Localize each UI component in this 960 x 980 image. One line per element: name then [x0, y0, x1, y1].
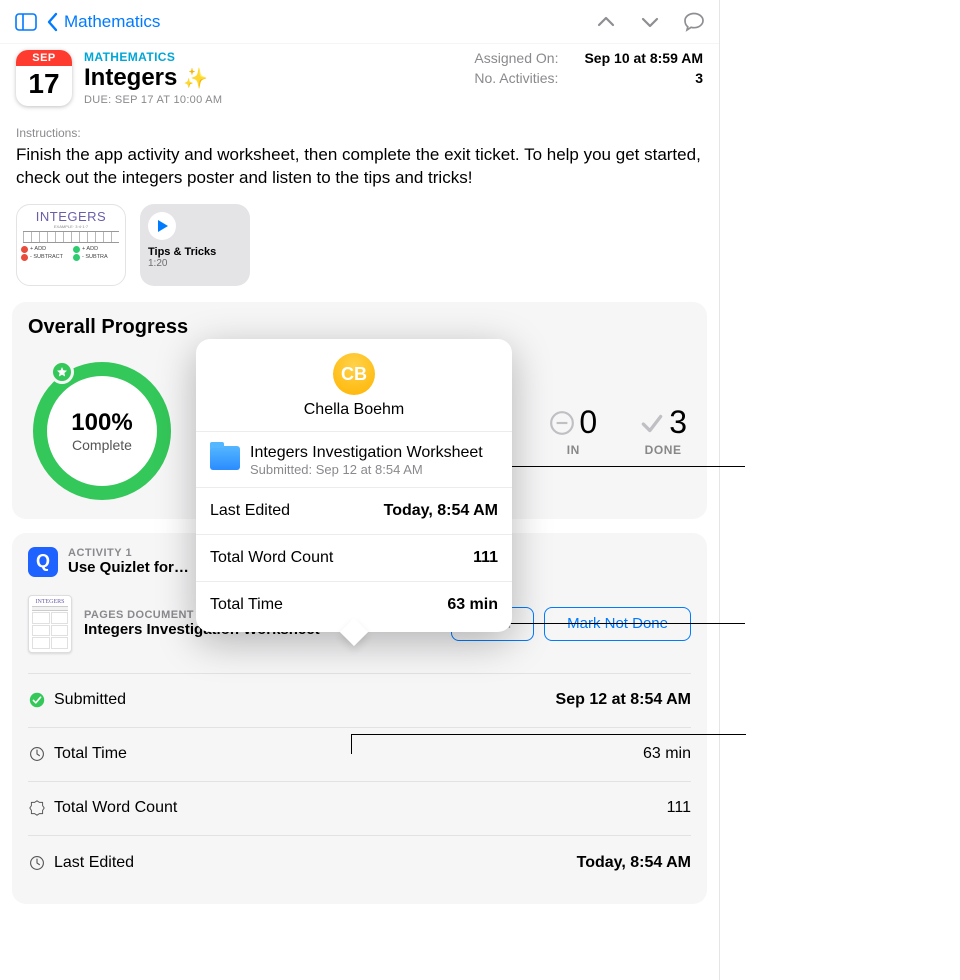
callout-line — [351, 734, 352, 754]
check-icon — [639, 410, 665, 436]
popover-row-last-edited: Last Edited Today, 8:54 AM — [196, 488, 512, 535]
subject-label: MATHEMATICS — [84, 50, 474, 64]
play-icon[interactable] — [148, 212, 176, 240]
assigned-on-label: Assigned On: — [474, 50, 558, 66]
activity-overline: ACTIVITY 1 — [68, 547, 189, 559]
assignment-title: Integers ✨ — [84, 64, 474, 92]
folder-icon — [210, 446, 240, 470]
sparkles-icon: ✨ — [183, 66, 208, 91]
calendar-icon: SEP 17 — [16, 50, 72, 106]
calendar-day: 17 — [28, 66, 59, 100]
instructions-label: Instructions: — [0, 112, 719, 144]
total-time-value: 63 min — [643, 745, 691, 763]
assigned-on-value: Sep 10 at 8:59 AM — [584, 50, 703, 66]
badge-icon — [28, 799, 46, 817]
last-edited-label: Last Edited — [54, 854, 134, 872]
audio-title: Tips & Tricks — [148, 246, 242, 258]
assignment-meta: Assigned On: Sep 10 at 8:59 AM No. Activ… — [474, 50, 703, 90]
submitted-label: Submitted — [54, 691, 126, 709]
submitted-value: Sep 12 at 8:54 AM — [556, 691, 691, 709]
total-time-label: Total Time — [54, 745, 127, 763]
student-popover: CB Chella Boehm Integers Investigation W… — [196, 339, 512, 632]
sidebar-toggle-icon[interactable] — [12, 8, 40, 36]
callout-line — [351, 734, 746, 735]
stat-incomplete: 0 IN — [549, 404, 597, 457]
app-screen: Mathematics SEP 17 MATHEMATICS Integers … — [0, 0, 720, 980]
progress-sub: Complete — [72, 437, 132, 453]
avatar: CB — [333, 353, 375, 395]
last-edited-value: Today, 8:54 AM — [577, 854, 691, 872]
calendar-month: SEP — [16, 50, 72, 66]
activities-count-label: No. Activities: — [474, 70, 558, 86]
document-thumbnail[interactable]: INTEGERS — [28, 595, 72, 653]
assignment-header: SEP 17 MATHEMATICS Integers ✨ DUE: SEP 1… — [0, 44, 719, 112]
chevron-up-icon[interactable] — [593, 9, 619, 35]
word-count-label: Total Word Count — [54, 799, 177, 817]
stat-done: 3 DONE — [639, 404, 687, 457]
popover-file-sub: Submitted: Sep 12 at 8:54 AM — [250, 462, 483, 477]
minus-circle-icon — [549, 410, 575, 436]
popover-file-title: Integers Investigation Worksheet — [250, 444, 483, 462]
document-details: Submitted Sep 12 at 8:54 AM Total Time 6… — [28, 673, 691, 890]
back-button[interactable]: Mathematics — [46, 12, 160, 32]
student-name: Chella Boehm — [304, 401, 405, 419]
progress-ring: 100% Complete — [28, 357, 176, 505]
popover-row-total-time: Total Time 63 min — [196, 582, 512, 632]
callout-line — [510, 623, 745, 624]
due-label: DUE: SEP 17 AT 10:00 AM — [84, 94, 474, 106]
callout-line — [510, 466, 745, 467]
quizlet-app-icon: Q — [28, 547, 58, 577]
clock-icon — [28, 745, 46, 763]
chevron-down-icon[interactable] — [637, 9, 663, 35]
progress-heading: Overall Progress — [28, 316, 691, 339]
word-count-value: 111 — [667, 799, 691, 817]
attachment-poster[interactable]: INTEGERS EXAMPLE· 3·4·1·7 + ADD+ ADD - S… — [16, 204, 126, 286]
clock-icon — [28, 854, 46, 872]
activities-count-value: 3 — [695, 70, 703, 86]
attachment-audio[interactable]: Tips & Tricks 1:20 — [140, 204, 250, 286]
message-icon[interactable] — [681, 9, 707, 35]
nav-bar: Mathematics — [0, 0, 719, 44]
progress-percent: 100% — [71, 409, 132, 437]
popover-row-word-count: Total Word Count 111 — [196, 535, 512, 582]
poster-heading: INTEGERS — [21, 209, 121, 224]
attachments-row: INTEGERS EXAMPLE· 3·4·1·7 + ADD+ ADD - S… — [0, 200, 719, 302]
popover-file-row[interactable]: Integers Investigation Worksheet Submitt… — [196, 432, 512, 488]
check-circle-icon — [28, 691, 46, 709]
audio-duration: 1:20 — [148, 258, 242, 269]
instructions-text: Finish the app activity and worksheet, t… — [0, 144, 719, 200]
activity-title: Use Quizlet for… — [68, 559, 189, 576]
back-label: Mathematics — [64, 12, 160, 32]
